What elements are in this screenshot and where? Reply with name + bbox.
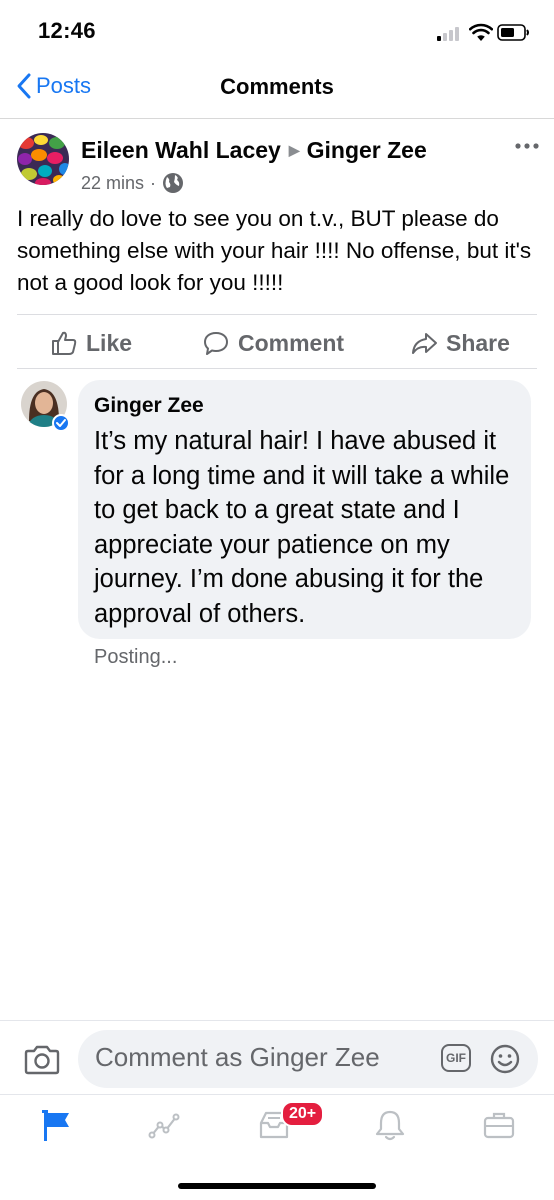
post-meta: 22 mins ·	[81, 172, 184, 194]
post-author-avatar[interactable]	[17, 133, 69, 185]
nav-divider	[0, 118, 554, 119]
triangle-right-icon: ▶	[288, 142, 300, 158]
camera-icon[interactable]	[24, 1043, 60, 1075]
reply-text: It’s my natural hair! I have abused it f…	[94, 427, 510, 628]
page-title: Comments	[220, 74, 334, 99]
reply-author-avatar[interactable]	[21, 381, 70, 432]
more-options-icon[interactable]	[514, 140, 540, 152]
tab-insights[interactable]	[144, 1105, 184, 1145]
home-indicator	[178, 1183, 376, 1189]
gif-label: GIF	[446, 1051, 466, 1065]
bell-icon	[375, 1110, 405, 1141]
thumbs-up-icon	[52, 331, 77, 355]
share-button[interactable]: Share	[410, 326, 510, 360]
tab-news-feed[interactable]	[36, 1105, 76, 1145]
reply-posting-status: Posting...	[94, 646, 178, 668]
briefcase-icon	[483, 1112, 515, 1139]
like-label: Like	[86, 329, 133, 356]
notifications-badge: 20+	[281, 1101, 325, 1127]
status-time: 12:46	[38, 18, 96, 43]
comment-label: Comment	[238, 329, 345, 356]
share-arrow-icon	[412, 333, 437, 354]
post-header: Eileen Wahl Lacey ▶ Ginger Zee	[81, 137, 427, 164]
battery-icon	[497, 24, 529, 41]
gif-button[interactable]: GIF	[441, 1044, 471, 1072]
emoji-icon[interactable]	[489, 1043, 521, 1075]
post-time[interactable]: 22 mins	[81, 173, 144, 194]
flag-icon	[42, 1110, 69, 1141]
post-author-name[interactable]: Eileen Wahl Lacey	[81, 137, 281, 164]
share-label: Share	[446, 329, 510, 356]
tab-notifications[interactable]	[370, 1105, 410, 1145]
post-target-name[interactable]: Ginger Zee	[307, 137, 427, 164]
globe-icon	[163, 173, 184, 193]
composer-divider	[0, 1020, 554, 1021]
cellular-signal-icon	[437, 27, 463, 41]
actions-top-divider	[17, 314, 537, 315]
reply-author-name[interactable]: Ginger Zee	[94, 394, 204, 418]
wifi-icon	[469, 23, 493, 41]
line-graph-icon	[148, 1113, 180, 1139]
speech-bubble-icon	[204, 332, 228, 355]
tab-tools[interactable]	[479, 1105, 519, 1145]
separator-dot: ·	[150, 172, 157, 193]
actions-bottom-divider	[17, 368, 537, 369]
comment-button[interactable]: Comment	[202, 326, 344, 360]
like-button[interactable]: Like	[50, 326, 132, 360]
post-text: I really do love to see you on t.v., BUT…	[17, 206, 532, 295]
comment-input[interactable]	[95, 1042, 425, 1073]
tabbar-divider	[0, 1094, 554, 1095]
